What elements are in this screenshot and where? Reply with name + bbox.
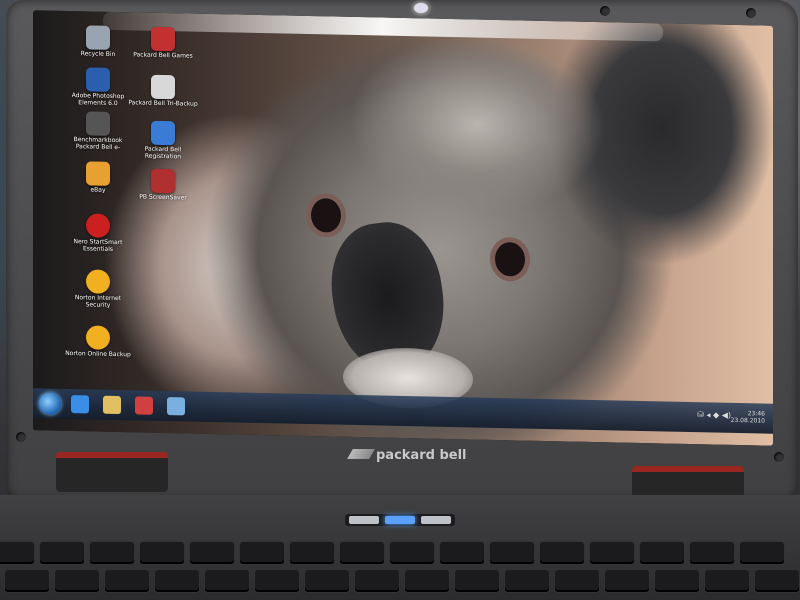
bezel-screw (600, 6, 610, 16)
keyboard-key[interactable] (705, 570, 749, 592)
koala-eye-left (311, 198, 341, 233)
keyboard-key[interactable] (555, 570, 599, 592)
keyboard-key[interactable] (505, 570, 549, 592)
desktop-icon-screensaver[interactable]: PB ScreenSaver (128, 168, 198, 201)
bezel-screw (746, 8, 756, 18)
keyboard-key[interactable] (540, 542, 584, 564)
tray-icons: ⛁ ◂ ◆ ◀) (697, 410, 731, 420)
button-right[interactable] (421, 516, 451, 524)
desktop-icon-norton-security[interactable]: Norton Internet Security (63, 269, 133, 309)
keyboard-key[interactable] (105, 570, 149, 592)
keyboard-key[interactable] (355, 570, 399, 592)
power-buttons (345, 514, 455, 526)
screensaver-icon (151, 168, 175, 194)
keyboard-key[interactable] (690, 542, 734, 564)
keyboard-key[interactable] (90, 542, 134, 564)
brand-mark-icon (347, 449, 375, 459)
ebay-icon (86, 161, 110, 186)
backup-icon (151, 74, 175, 100)
desktop-icon-label: Adobe Photoshop Elements 6.0 (71, 92, 125, 108)
photoshop-icon (86, 67, 110, 92)
start-button[interactable] (39, 392, 61, 415)
desktop-icon-label: Norton Online Backup (65, 349, 131, 359)
recycle-bin-icon (86, 25, 110, 50)
games-icon (151, 26, 175, 52)
laptop-screen: Recycle Bin Packard Bell Games Adobe Pho… (33, 10, 773, 446)
keyboard-key[interactable] (340, 542, 384, 564)
keyboard-key[interactable] (205, 570, 249, 592)
keyboard-key[interactable] (440, 542, 484, 564)
pen-taskbar-icon[interactable] (167, 397, 185, 416)
power-button[interactable] (385, 516, 415, 524)
desktop-icon-label: Norton Internet Security (74, 294, 122, 309)
desktop-icon-label: Nero StartSmart Essentials (73, 238, 123, 253)
desktop-icon-nero[interactable]: Nero StartSmart Essentials (63, 213, 133, 253)
desktop-icon-label: Packard Bell Tri-Backup (128, 99, 198, 108)
webcam (414, 3, 428, 13)
keyboard-key[interactable] (40, 542, 84, 564)
keyboard-key[interactable] (455, 570, 499, 592)
desktop-icon-benchmarkbook[interactable]: Benchmarkbook Packard Bell e- (63, 111, 133, 151)
keyboard (0, 540, 800, 600)
keyboard-key[interactable] (155, 570, 199, 592)
keyboard-key[interactable] (605, 570, 649, 592)
desktop-icon-label: Benchmarkbook Packard Bell e- (73, 136, 123, 152)
desktop-icon-norton-backup[interactable]: Norton Online Backup (63, 325, 133, 358)
desktop-icon-label: PB ScreenSaver (139, 193, 187, 202)
keyboard-key[interactable] (390, 542, 434, 564)
keyboard-key[interactable] (655, 570, 699, 592)
keyboard-key[interactable] (305, 570, 349, 592)
system-tray[interactable]: ⛁ ◂ ◆ ◀) 23:46 23.08.2010 (697, 410, 765, 425)
keyboard-key[interactable] (290, 542, 334, 564)
ie-taskbar-icon[interactable] (71, 395, 89, 414)
keyboard-key[interactable] (405, 570, 449, 592)
keyboard-key[interactable] (140, 542, 184, 564)
keyboard-key[interactable] (190, 542, 234, 564)
desktop-icon-tri-backup[interactable]: Packard Bell Tri-Backup (128, 74, 198, 108)
brand-logo: packard bell (347, 448, 467, 463)
desktop-icon-label: Recycle Bin (80, 50, 116, 58)
brand-name: packard bell (376, 448, 467, 463)
keyboard-key[interactable] (255, 570, 299, 592)
keyboard-key[interactable] (755, 570, 799, 592)
desktop-icon-label: Packard Bell Registration (144, 145, 182, 161)
keyboard-key[interactable] (490, 542, 534, 564)
keyboard-key[interactable] (0, 542, 34, 564)
norton-icon (86, 269, 110, 294)
keyboard-key[interactable] (240, 542, 284, 564)
bezel-screw (16, 432, 26, 442)
media-taskbar-icon[interactable] (135, 396, 153, 415)
norton-backup-icon (86, 325, 110, 350)
desktop-icon-label: eBay (90, 186, 106, 194)
keyboard-key[interactable] (740, 542, 784, 564)
nero-icon (86, 213, 110, 238)
desktop-icon-label: Packard Bell Games (133, 51, 193, 60)
keyboard-key[interactable] (640, 542, 684, 564)
keyboard-key[interactable] (590, 542, 634, 564)
bezel-screw (774, 452, 784, 462)
registration-icon (151, 120, 175, 146)
tray-date: 23.08.2010 (730, 416, 765, 425)
desktop-icon-photoshop[interactable]: Adobe Photoshop Elements 6.0 (63, 67, 133, 107)
desktop-icon-games[interactable]: Packard Bell Games (128, 26, 198, 60)
desktop-icon-registration[interactable]: Packard Bell Registration (128, 120, 198, 160)
book-icon (86, 111, 110, 136)
button-left[interactable] (349, 516, 379, 524)
keyboard-key[interactable] (55, 570, 99, 592)
left-hinge (56, 452, 168, 492)
folder-taskbar-icon[interactable] (103, 395, 121, 415)
desktop-icon-ebay[interactable]: eBay (63, 161, 133, 194)
desktop-icon-recycle-bin[interactable]: Recycle Bin (63, 25, 133, 58)
keyboard-key[interactable] (5, 570, 49, 592)
koala-eye-right (495, 241, 525, 277)
